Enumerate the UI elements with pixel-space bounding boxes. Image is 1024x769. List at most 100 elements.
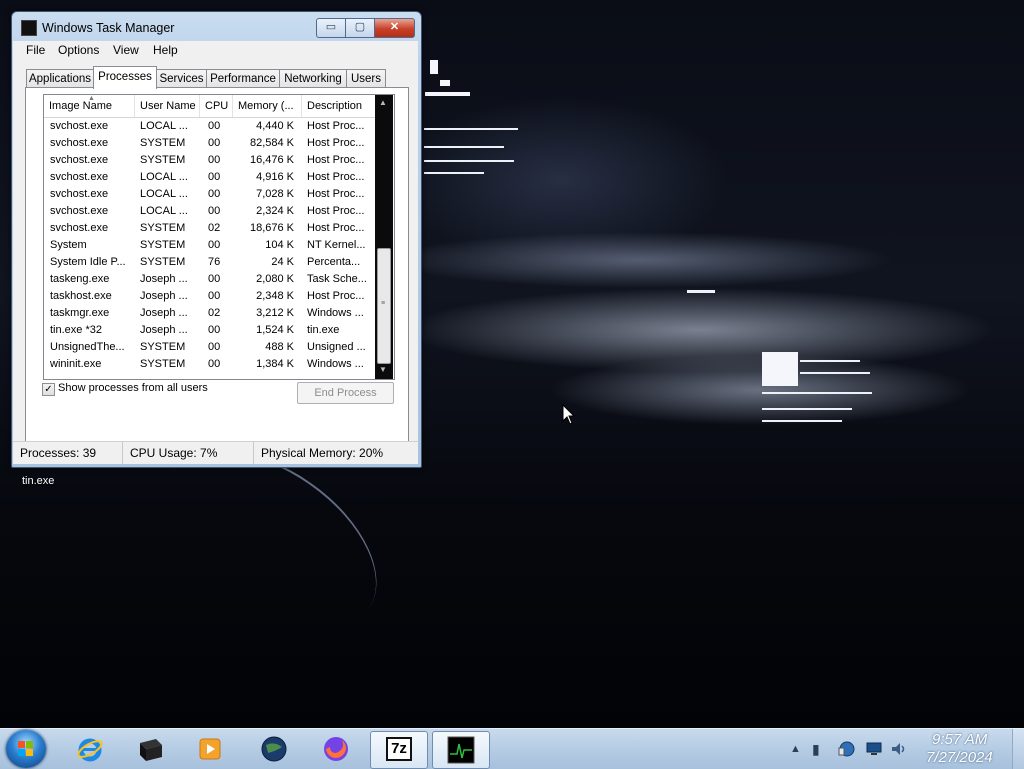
cell-cpu: 76 xyxy=(208,256,221,268)
table-row[interactable]: svchost.exe SYSTEM 00 82,584 K Host Proc... xyxy=(44,135,375,152)
glitch-artifact xyxy=(424,172,484,174)
cell-user-name: Joseph ... xyxy=(140,290,188,302)
taskbar-item-black-box-app[interactable] xyxy=(122,731,178,767)
cell-image-name: svchost.exe xyxy=(50,222,109,234)
tab-processes[interactable]: Processes xyxy=(93,66,157,89)
show-all-users-label[interactable]: Show processes from all users xyxy=(58,382,208,394)
cell-image-name: svchost.exe xyxy=(50,188,109,200)
menu-file[interactable]: File xyxy=(26,43,45,57)
cell-description: Host Proc... xyxy=(307,290,365,302)
column-cpu[interactable]: CPU xyxy=(200,95,233,117)
cell-user-name: Joseph ... xyxy=(140,273,188,285)
column-memory[interactable]: Memory (... xyxy=(233,95,302,117)
mouse-cursor-icon xyxy=(562,404,576,425)
cell-image-name: taskmgr.exe xyxy=(50,307,110,319)
column-user-name[interactable]: User Name xyxy=(135,95,200,117)
taskbar-item-firefox[interactable] xyxy=(308,731,364,767)
glitch-artifact xyxy=(762,392,872,394)
scroll-up-icon[interactable]: ▲ xyxy=(379,98,387,107)
close-button[interactable]: ✕ xyxy=(374,18,415,38)
glitch-artifact xyxy=(425,92,470,96)
battery-icon[interactable]: ▮ xyxy=(812,741,820,758)
column-description[interactable]: Description xyxy=(302,95,375,117)
scroll-thumb[interactable]: ≡ xyxy=(377,248,391,364)
cell-description: Unsigned ... xyxy=(307,341,366,353)
cell-memory: 7,028 K xyxy=(256,188,294,200)
cell-memory: 82,584 K xyxy=(249,137,294,149)
cell-user-name: SYSTEM xyxy=(140,256,186,268)
start-button[interactable] xyxy=(6,730,46,768)
table-row[interactable]: taskeng.exe Joseph ... 00 2,080 K Task Sche.… xyxy=(44,271,375,288)
cell-memory: 2,348 K xyxy=(256,290,294,302)
table-row[interactable]: svchost.exe LOCAL ... 00 7,028 K Host Proc..… xyxy=(44,186,375,203)
cell-cpu: 00 xyxy=(208,290,221,302)
cell-memory: 488 K xyxy=(265,341,294,353)
minimize-button[interactable]: ▭ xyxy=(316,18,346,38)
tab-services[interactable]: Services xyxy=(156,69,207,88)
table-row[interactable]: svchost.exe LOCAL ... 00 2,324 K Host Proc..… xyxy=(44,203,375,220)
table-row[interactable]: svchost.exe SYSTEM 02 18,676 K Host Proc... xyxy=(44,220,375,237)
cell-image-name: svchost.exe xyxy=(50,205,109,217)
tab-users[interactable]: Users xyxy=(346,69,386,88)
glitch-artifact xyxy=(424,146,504,148)
table-row[interactable]: wininit.exe SYSTEM 00 1,384 K Windows ... xyxy=(44,356,375,373)
cell-user-name: SYSTEM xyxy=(140,137,186,149)
tab-performance[interactable]: Performance xyxy=(206,69,280,88)
menu-view[interactable]: View xyxy=(113,43,139,57)
cell-memory: 18,676 K xyxy=(249,222,294,234)
table-row[interactable]: taskmgr.exe Joseph ... 02 3,212 K Windows ..… xyxy=(44,305,375,322)
show-desktop-button[interactable] xyxy=(1012,729,1024,769)
table-row[interactable]: svchost.exe SYSTEM 00 16,476 K Host Proc... xyxy=(44,152,375,169)
glitch-artifact xyxy=(430,60,438,74)
vertical-scrollbar[interactable]: ▲ ≡ ▼ xyxy=(375,95,393,379)
maximize-button[interactable]: ▢ xyxy=(345,18,375,38)
taskbar-item-7-zip[interactable]: 7z xyxy=(370,731,428,769)
table-row[interactable]: tin.exe *32 Joseph ... 00 1,524 K tin.exe xyxy=(44,322,375,339)
cell-cpu: 00 xyxy=(208,120,221,132)
cell-image-name: svchost.exe xyxy=(50,120,109,132)
status-processes: Processes: 39 xyxy=(13,442,123,464)
cell-memory: 1,524 K xyxy=(256,324,294,336)
scroll-down-icon[interactable]: ▼ xyxy=(379,365,387,374)
volume-icon[interactable] xyxy=(890,741,908,757)
clock-date[interactable]: 7/27/2024 xyxy=(926,749,1000,766)
cell-image-name: wininit.exe xyxy=(50,358,102,370)
cell-description: Percenta... xyxy=(307,256,361,268)
table-row[interactable]: System SYSTEM 00 104 K NT Kernel... xyxy=(44,237,375,254)
cell-image-name: UnsignedThe... xyxy=(50,341,125,353)
task-manager-window[interactable]: Windows Task Manager ▭ ▢ ✕ File Options … xyxy=(11,11,422,468)
cell-description: tin.exe xyxy=(307,324,340,336)
title-bar[interactable]: Windows Task Manager ▭ ▢ ✕ xyxy=(12,12,421,42)
column-image-name[interactable]: ▲ Image Name xyxy=(44,95,135,117)
table-row[interactable]: System Idle P... SYSTEM 76 24 K Percenta... xyxy=(44,254,375,271)
taskbar-item-internet-explorer[interactable] xyxy=(62,731,118,767)
taskbar-item-media-player[interactable] xyxy=(182,731,238,767)
table-row[interactable]: svchost.exe LOCAL ... 00 4,916 K Host Proc..… xyxy=(44,169,375,186)
taskbar-item-task-manager[interactable] xyxy=(432,731,490,769)
menu-options[interactable]: Options xyxy=(58,43,99,57)
cell-user-name: LOCAL ... xyxy=(140,120,188,132)
desktop-icon-label[interactable]: tin.exe xyxy=(22,475,54,487)
end-process-button[interactable]: End Process xyxy=(297,382,394,404)
network-globe-icon[interactable] xyxy=(838,741,856,757)
taskbar-item-globe-app[interactable] xyxy=(246,731,302,767)
menu-help[interactable]: Help xyxy=(153,43,178,57)
show-all-users-checkbox[interactable]: ✓ xyxy=(42,383,55,396)
table-row[interactable]: UnsignedThe... SYSTEM 00 488 K Unsigned ... xyxy=(44,339,375,356)
cell-cpu: 00 xyxy=(208,188,221,200)
table-row[interactable]: svchost.exe LOCAL ... 00 4,440 K Host Proc..… xyxy=(44,118,375,135)
cell-memory: 4,916 K xyxy=(256,171,294,183)
cell-memory: 16,476 K xyxy=(249,154,294,166)
chevron-up-icon[interactable]: ▲ xyxy=(790,743,801,755)
window-title: Windows Task Manager xyxy=(42,21,175,35)
grip-icon: ≡ xyxy=(381,300,386,307)
clock-time[interactable]: 9:57 AM xyxy=(932,731,992,748)
tab-applications[interactable]: Applications xyxy=(26,69,94,88)
globe-icon xyxy=(261,736,287,762)
table-row[interactable]: taskhost.exe Joseph ... 00 2,348 K Host Proc… xyxy=(44,288,375,305)
process-list[interactable]: ▲ Image Name User Name CPU Memory (... D… xyxy=(43,94,395,380)
monitor-icon[interactable] xyxy=(866,742,882,756)
cell-image-name: taskeng.exe xyxy=(50,273,110,285)
tab-networking[interactable]: Networking xyxy=(279,69,347,88)
cell-cpu: 00 xyxy=(208,171,221,183)
